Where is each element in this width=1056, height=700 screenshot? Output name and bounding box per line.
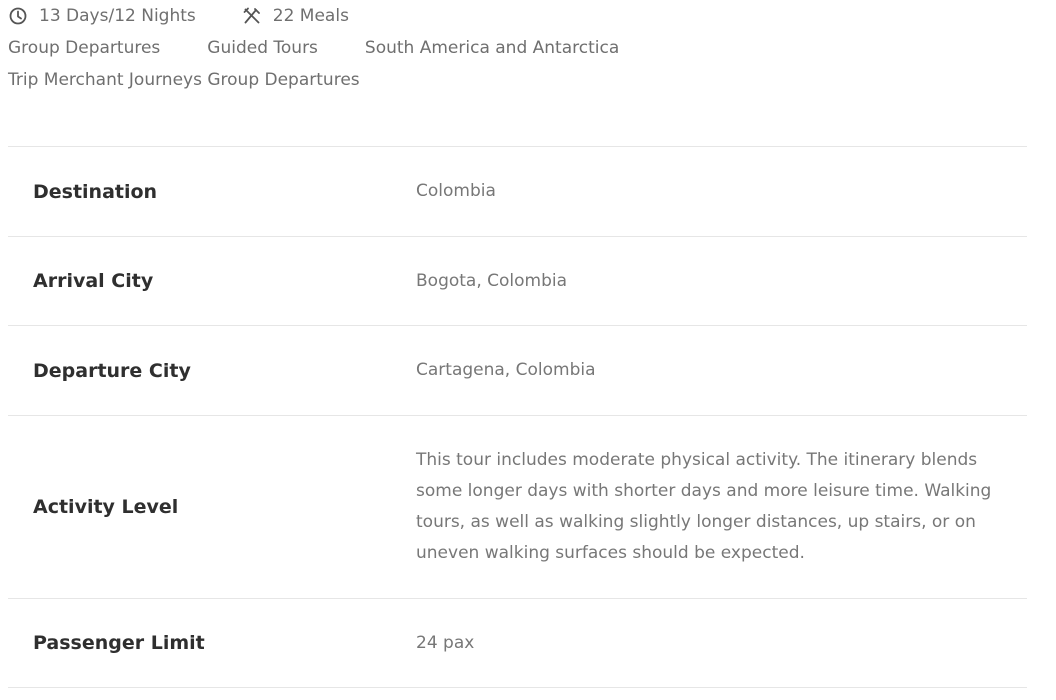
tag-south-america-antarctica[interactable]: South America and Antarctica (365, 38, 619, 58)
row-value-arrival-city: Bogota, Colombia (416, 270, 568, 291)
table-row: Destination Colombia (8, 147, 1027, 237)
clock-icon (8, 6, 28, 26)
row-label-destination: Destination (33, 180, 158, 203)
row-label-departure-city: Departure City (33, 359, 191, 382)
row-value-destination: Colombia (416, 181, 496, 201)
meals-item: 22 Meals (242, 6, 349, 26)
table-row: Passenger Limit 24 pax (8, 599, 1027, 688)
utensils-icon (242, 6, 262, 26)
row-label-arrival-city: Arrival City (33, 270, 154, 292)
row-label-passenger-limit: Passenger Limit (33, 632, 205, 654)
row-value-departure-city: Cartagena, Colombia (416, 360, 596, 380)
row-value-activity-level: This tour includes moderate physical act… (416, 450, 992, 563)
tag-guided-tours[interactable]: Guided Tours (207, 38, 318, 58)
table-row: Activity Level This tour includes modera… (8, 416, 1027, 599)
row-value-passenger-limit: 24 pax (416, 632, 475, 653)
trip-meta: 13 Days/12 Nights 22 Meals (8, 3, 349, 29)
table-row: Departure City Cartagena, Colombia (8, 326, 1027, 416)
row-label-activity-level: Activity Level (33, 496, 179, 518)
journeys-link[interactable]: Trip Merchant Journeys Group Departures (8, 67, 360, 93)
table-row: Arrival City Bogota, Colombia (8, 237, 1027, 326)
trip-tags: Group Departures Guided Tours South Amer… (8, 35, 619, 61)
duration-item: 13 Days/12 Nights (8, 6, 196, 26)
meals-text: 22 Meals (272, 6, 349, 26)
trip-details-table: Destination Colombia Arrival City Bogota… (8, 146, 1027, 688)
duration-text: 13 Days/12 Nights (39, 6, 196, 26)
tag-group-departures[interactable]: Group Departures (8, 38, 160, 58)
